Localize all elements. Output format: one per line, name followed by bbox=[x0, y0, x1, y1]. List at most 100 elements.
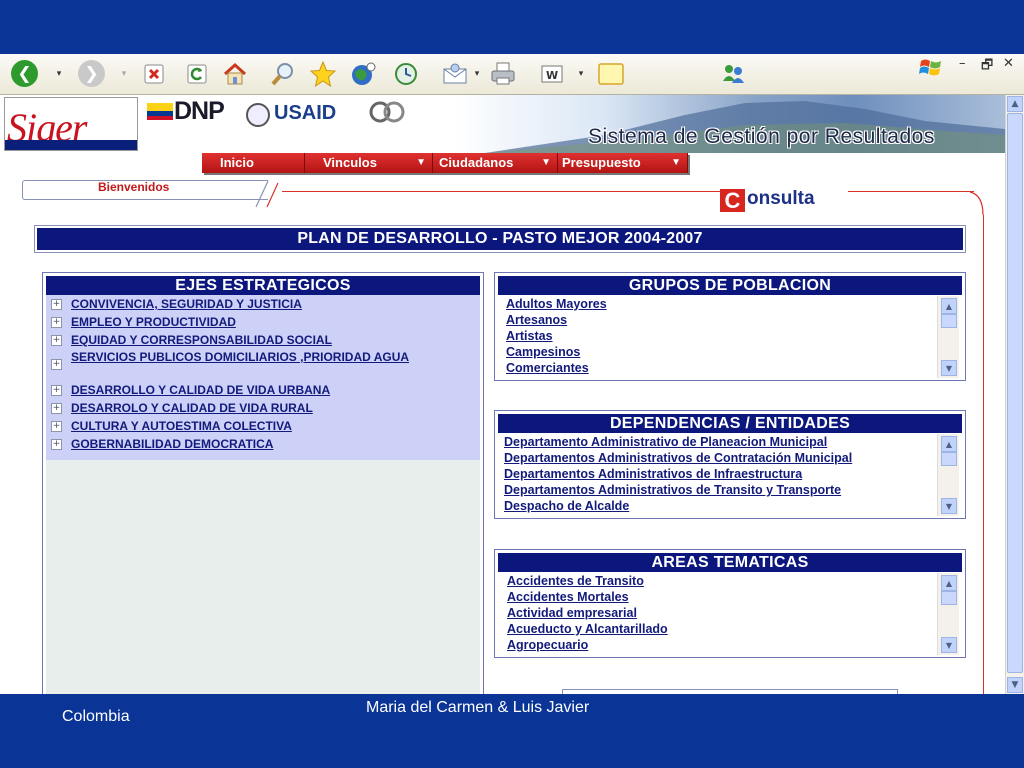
forward-icon[interactable]: ❯ bbox=[78, 60, 105, 87]
scroll-thumb[interactable] bbox=[941, 314, 957, 328]
usaid-logo[interactable]: USAID bbox=[274, 102, 336, 125]
list-item[interactable]: Artesanos bbox=[506, 312, 937, 328]
colombia-flag-icon bbox=[147, 103, 173, 120]
chevron-down-icon: ▼ bbox=[541, 157, 551, 168]
list-item[interactable]: Adultos Mayores bbox=[506, 296, 937, 312]
forward-dropdown-icon[interactable]: ▾ bbox=[119, 59, 129, 89]
eje-link[interactable]: CULTURA Y AUTOESTIMA COLECTIVA bbox=[71, 419, 471, 434]
areas-list[interactable]: Accidentes de Transito Accidentes Mortal… bbox=[498, 573, 937, 655]
favorites-icon[interactable] bbox=[308, 59, 338, 89]
ejes-panel: EJES ESTRATEGICOS + CONVIVENCIA, SEGURID… bbox=[42, 272, 484, 694]
notes-icon[interactable] bbox=[596, 59, 626, 89]
scroll-up-icon[interactable]: ▲ bbox=[941, 575, 957, 591]
scroll-up-icon[interactable]: ▲ bbox=[1007, 96, 1023, 112]
scroll-up-icon[interactable]: ▲ bbox=[941, 436, 957, 452]
stop-icon[interactable] bbox=[139, 59, 169, 89]
mail-dropdown-icon[interactable]: ▾ bbox=[472, 59, 482, 89]
areas-scrollbar[interactable]: ▲ ▼ bbox=[937, 573, 959, 655]
expand-icon[interactable]: + bbox=[51, 359, 62, 370]
footer-authors: Maria del Carmen & Luis Javier bbox=[366, 699, 590, 716]
edit-icon[interactable]: W bbox=[537, 59, 567, 89]
expand-icon[interactable]: + bbox=[51, 421, 62, 432]
tab-slant bbox=[255, 180, 279, 208]
list-item[interactable]: Despacho de Alcalde bbox=[504, 498, 937, 514]
list-item[interactable]: Comerciantes bbox=[506, 360, 937, 376]
list-item[interactable]: Acueducto y Alcantarillado bbox=[507, 621, 937, 637]
menu-item-ciudadanos[interactable]: Ciudadanos ▼ bbox=[433, 153, 558, 173]
expand-icon[interactable]: + bbox=[51, 317, 62, 328]
edit-dropdown-icon[interactable]: ▾ bbox=[576, 59, 586, 89]
scroll-down-icon[interactable]: ▼ bbox=[1007, 677, 1023, 693]
close-icon[interactable]: ✕ bbox=[1003, 56, 1014, 71]
restore-icon[interactable]: 🗗 bbox=[981, 56, 993, 78]
back-icon[interactable]: ❮ bbox=[11, 60, 38, 87]
expand-icon[interactable]: + bbox=[51, 439, 62, 450]
list-item[interactable]: Accidentes de Transito bbox=[507, 573, 937, 589]
messenger-icon[interactable] bbox=[718, 59, 748, 89]
menu-item-presupuesto[interactable]: Presupuesto ▼ bbox=[558, 153, 688, 173]
scroll-down-icon[interactable]: ▼ bbox=[941, 360, 957, 376]
expand-icon[interactable]: + bbox=[51, 335, 62, 346]
site-header: Siger DNP USAID Sistema de Gestión por R… bbox=[0, 95, 1005, 153]
list-item: + CULTURA Y AUTOESTIMA COLECTIVA bbox=[51, 419, 471, 434]
chevron-down-icon: ▼ bbox=[416, 157, 426, 168]
ejes-title: EJES ESTRATEGICOS bbox=[46, 276, 480, 295]
list-item: + GOBERNABILIDAD DEMOCRATICA bbox=[51, 437, 471, 452]
back-dropdown-icon[interactable]: ▾ bbox=[54, 59, 64, 89]
expand-icon[interactable]: + bbox=[51, 403, 62, 414]
siger-logo[interactable]: Siger bbox=[4, 97, 138, 151]
scroll-down-icon[interactable]: ▼ bbox=[941, 498, 957, 514]
scroll-thumb[interactable] bbox=[941, 591, 957, 605]
minimize-icon[interactable]: – bbox=[959, 56, 966, 71]
usaid-seal-icon bbox=[246, 103, 270, 127]
grupos-scrollbar[interactable]: ▲ ▼ bbox=[937, 296, 959, 378]
eje-link[interactable]: DESARROLLO Y CALIDAD DE VIDA URBANA bbox=[71, 383, 471, 398]
scroll-up-icon[interactable]: ▲ bbox=[941, 298, 957, 314]
eje-link[interactable]: SERVICIOS PUBLICOS DOMICILIARIOS ,PRIORI… bbox=[71, 350, 441, 365]
menu-item-vinculos[interactable]: Vinculos ▼ bbox=[305, 153, 433, 173]
list-item[interactable]: Departamentos Administrativos de Infraes… bbox=[504, 466, 937, 482]
list-item[interactable]: Departamento Administrativo de Planeacio… bbox=[504, 434, 937, 450]
scroll-thumb[interactable] bbox=[941, 452, 957, 466]
history-icon[interactable] bbox=[391, 59, 421, 89]
mail-icon[interactable] bbox=[440, 59, 470, 89]
list-item[interactable]: Campesinos bbox=[506, 344, 937, 360]
areas-panel: AREAS TEMATICAS Accidentes de Transito A… bbox=[494, 549, 966, 658]
dependencias-list[interactable]: Departamento Administrativo de Planeacio… bbox=[498, 434, 937, 516]
bottom-box bbox=[562, 689, 898, 694]
list-item: + CONVIVENCIA, SEGURIDAD Y JUSTICIA bbox=[51, 297, 471, 312]
eje-link[interactable]: EMPLEO Y PRODUCTIVIDAD bbox=[71, 315, 471, 330]
list-item[interactable]: Actividad empresarial bbox=[507, 605, 937, 621]
media-icon[interactable] bbox=[348, 59, 378, 89]
page-scrollbar[interactable]: ▲ ▼ bbox=[1005, 95, 1024, 694]
list-item[interactable]: Accidentes Mortales bbox=[507, 589, 937, 605]
list-item: + DESARROLLO Y CALIDAD DE VIDA URBANA bbox=[51, 383, 471, 398]
list-item[interactable]: Agropecuario bbox=[507, 637, 937, 653]
refresh-icon[interactable] bbox=[182, 59, 212, 89]
home-icon[interactable] bbox=[220, 59, 250, 89]
search-icon[interactable] bbox=[268, 59, 298, 89]
grupos-list[interactable]: Adultos Mayores Artesanos Artistas Campe… bbox=[498, 296, 937, 378]
list-item[interactable]: Departamentos Administrativos de Contrat… bbox=[504, 450, 937, 466]
print-icon[interactable] bbox=[488, 59, 518, 89]
dependencias-scrollbar[interactable]: ▲ ▼ bbox=[937, 434, 959, 516]
eje-link[interactable]: DESARROLO Y CALIDAD DE VIDA RURAL bbox=[71, 401, 471, 416]
ejes-empty-area bbox=[46, 460, 480, 694]
red-line-top-right bbox=[848, 191, 974, 192]
menu-item-inicio[interactable]: Inicio bbox=[202, 153, 305, 173]
expand-icon[interactable]: + bbox=[51, 385, 62, 396]
plan-title: PLAN DE DESARROLLO - PASTO MEJOR 2004-20… bbox=[37, 228, 963, 250]
welcome-label: Bienvenidos bbox=[98, 180, 170, 194]
dependencias-panel: DEPENDENCIAS / ENTIDADES Departamento Ad… bbox=[494, 410, 966, 519]
scroll-thumb[interactable] bbox=[1007, 113, 1023, 673]
eje-link[interactable]: CONVIVENCIA, SEGURIDAD Y JUSTICIA bbox=[71, 297, 471, 312]
dnp-logo[interactable]: DNP bbox=[174, 97, 225, 126]
list-item[interactable]: Artistas bbox=[506, 328, 937, 344]
expand-icon[interactable]: + bbox=[51, 299, 62, 310]
site-title: Sistema de Gestión por Resultados bbox=[588, 125, 935, 148]
eje-link[interactable]: GOBERNABILIDAD DEMOCRATICA bbox=[71, 437, 471, 452]
scroll-down-icon[interactable]: ▼ bbox=[941, 637, 957, 653]
eje-link[interactable]: EQUIDAD Y CORRESPONSABILIDAD SOCIAL bbox=[71, 333, 471, 348]
list-item[interactable]: Departamentos Administrativos de Transit… bbox=[504, 482, 937, 498]
svg-text:W: W bbox=[546, 69, 558, 82]
